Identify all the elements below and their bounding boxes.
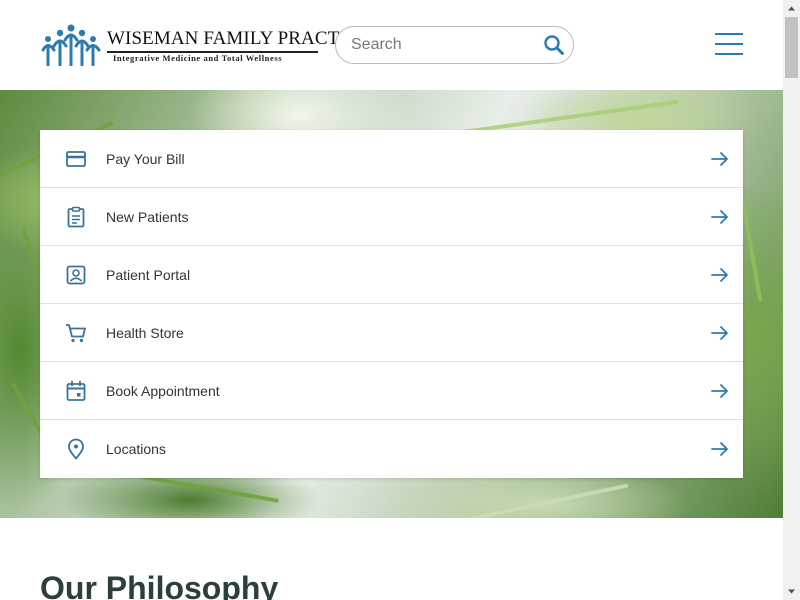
quick-link-patient-portal[interactable]: Patient Portal (40, 246, 743, 304)
section-heading-philosophy: Our Philosophy (40, 570, 279, 600)
clipboard-icon (67, 206, 85, 228)
quick-link-pay-your-bill[interactable]: Pay Your Bill (40, 130, 743, 188)
quick-link-health-store[interactable]: Health Store (40, 304, 743, 362)
arrow-right-icon (711, 210, 728, 224)
logo-tagline: Integrative Medicine and Total Wellness (113, 53, 283, 63)
search-input[interactable] (351, 27, 536, 63)
logo-title: WISEMAN FAMILY PRACTICE (107, 28, 371, 49)
portrait-icon (66, 265, 86, 285)
arrow-right-icon (711, 326, 728, 340)
quick-link-label: Health Store (106, 325, 184, 341)
quick-link-locations[interactable]: Locations (40, 420, 743, 478)
logo-people-icon (41, 24, 101, 66)
site-logo[interactable]: WISEMAN FAMILY PRACTICE Integrative Medi… (40, 24, 370, 68)
scrollbar-thumb[interactable] (785, 17, 798, 78)
scroll-up-arrow-icon[interactable] (783, 0, 800, 17)
site-header: WISEMAN FAMILY PRACTICE Integrative Medi… (0, 0, 783, 90)
quick-link-label: Book Appointment (106, 383, 220, 399)
credit-card-icon (66, 151, 86, 167)
arrow-right-icon (711, 268, 728, 282)
arrow-right-icon (711, 442, 728, 456)
quick-link-label: Pay Your Bill (106, 151, 185, 167)
quick-links-panel: Pay Your Bill New Patients Patient Porta… (40, 130, 743, 478)
quick-link-label: New Patients (106, 209, 189, 225)
search-box (335, 26, 574, 64)
quick-link-label: Locations (106, 441, 166, 457)
arrow-right-icon (711, 384, 728, 398)
arrow-right-icon (711, 152, 728, 166)
quick-link-new-patients[interactable]: New Patients (40, 188, 743, 246)
quick-link-label: Patient Portal (106, 267, 191, 283)
cart-icon (66, 324, 86, 343)
search-icon[interactable] (543, 34, 565, 56)
map-pin-icon (68, 438, 84, 460)
page: WISEMAN FAMILY PRACTICE Integrative Medi… (0, 0, 800, 600)
hamburger-menu-icon[interactable] (715, 33, 743, 55)
calendar-icon (66, 380, 86, 401)
quick-link-book-appointment[interactable]: Book Appointment (40, 362, 743, 420)
vertical-scrollbar[interactable] (783, 0, 800, 600)
scroll-down-arrow-icon[interactable] (783, 583, 800, 600)
